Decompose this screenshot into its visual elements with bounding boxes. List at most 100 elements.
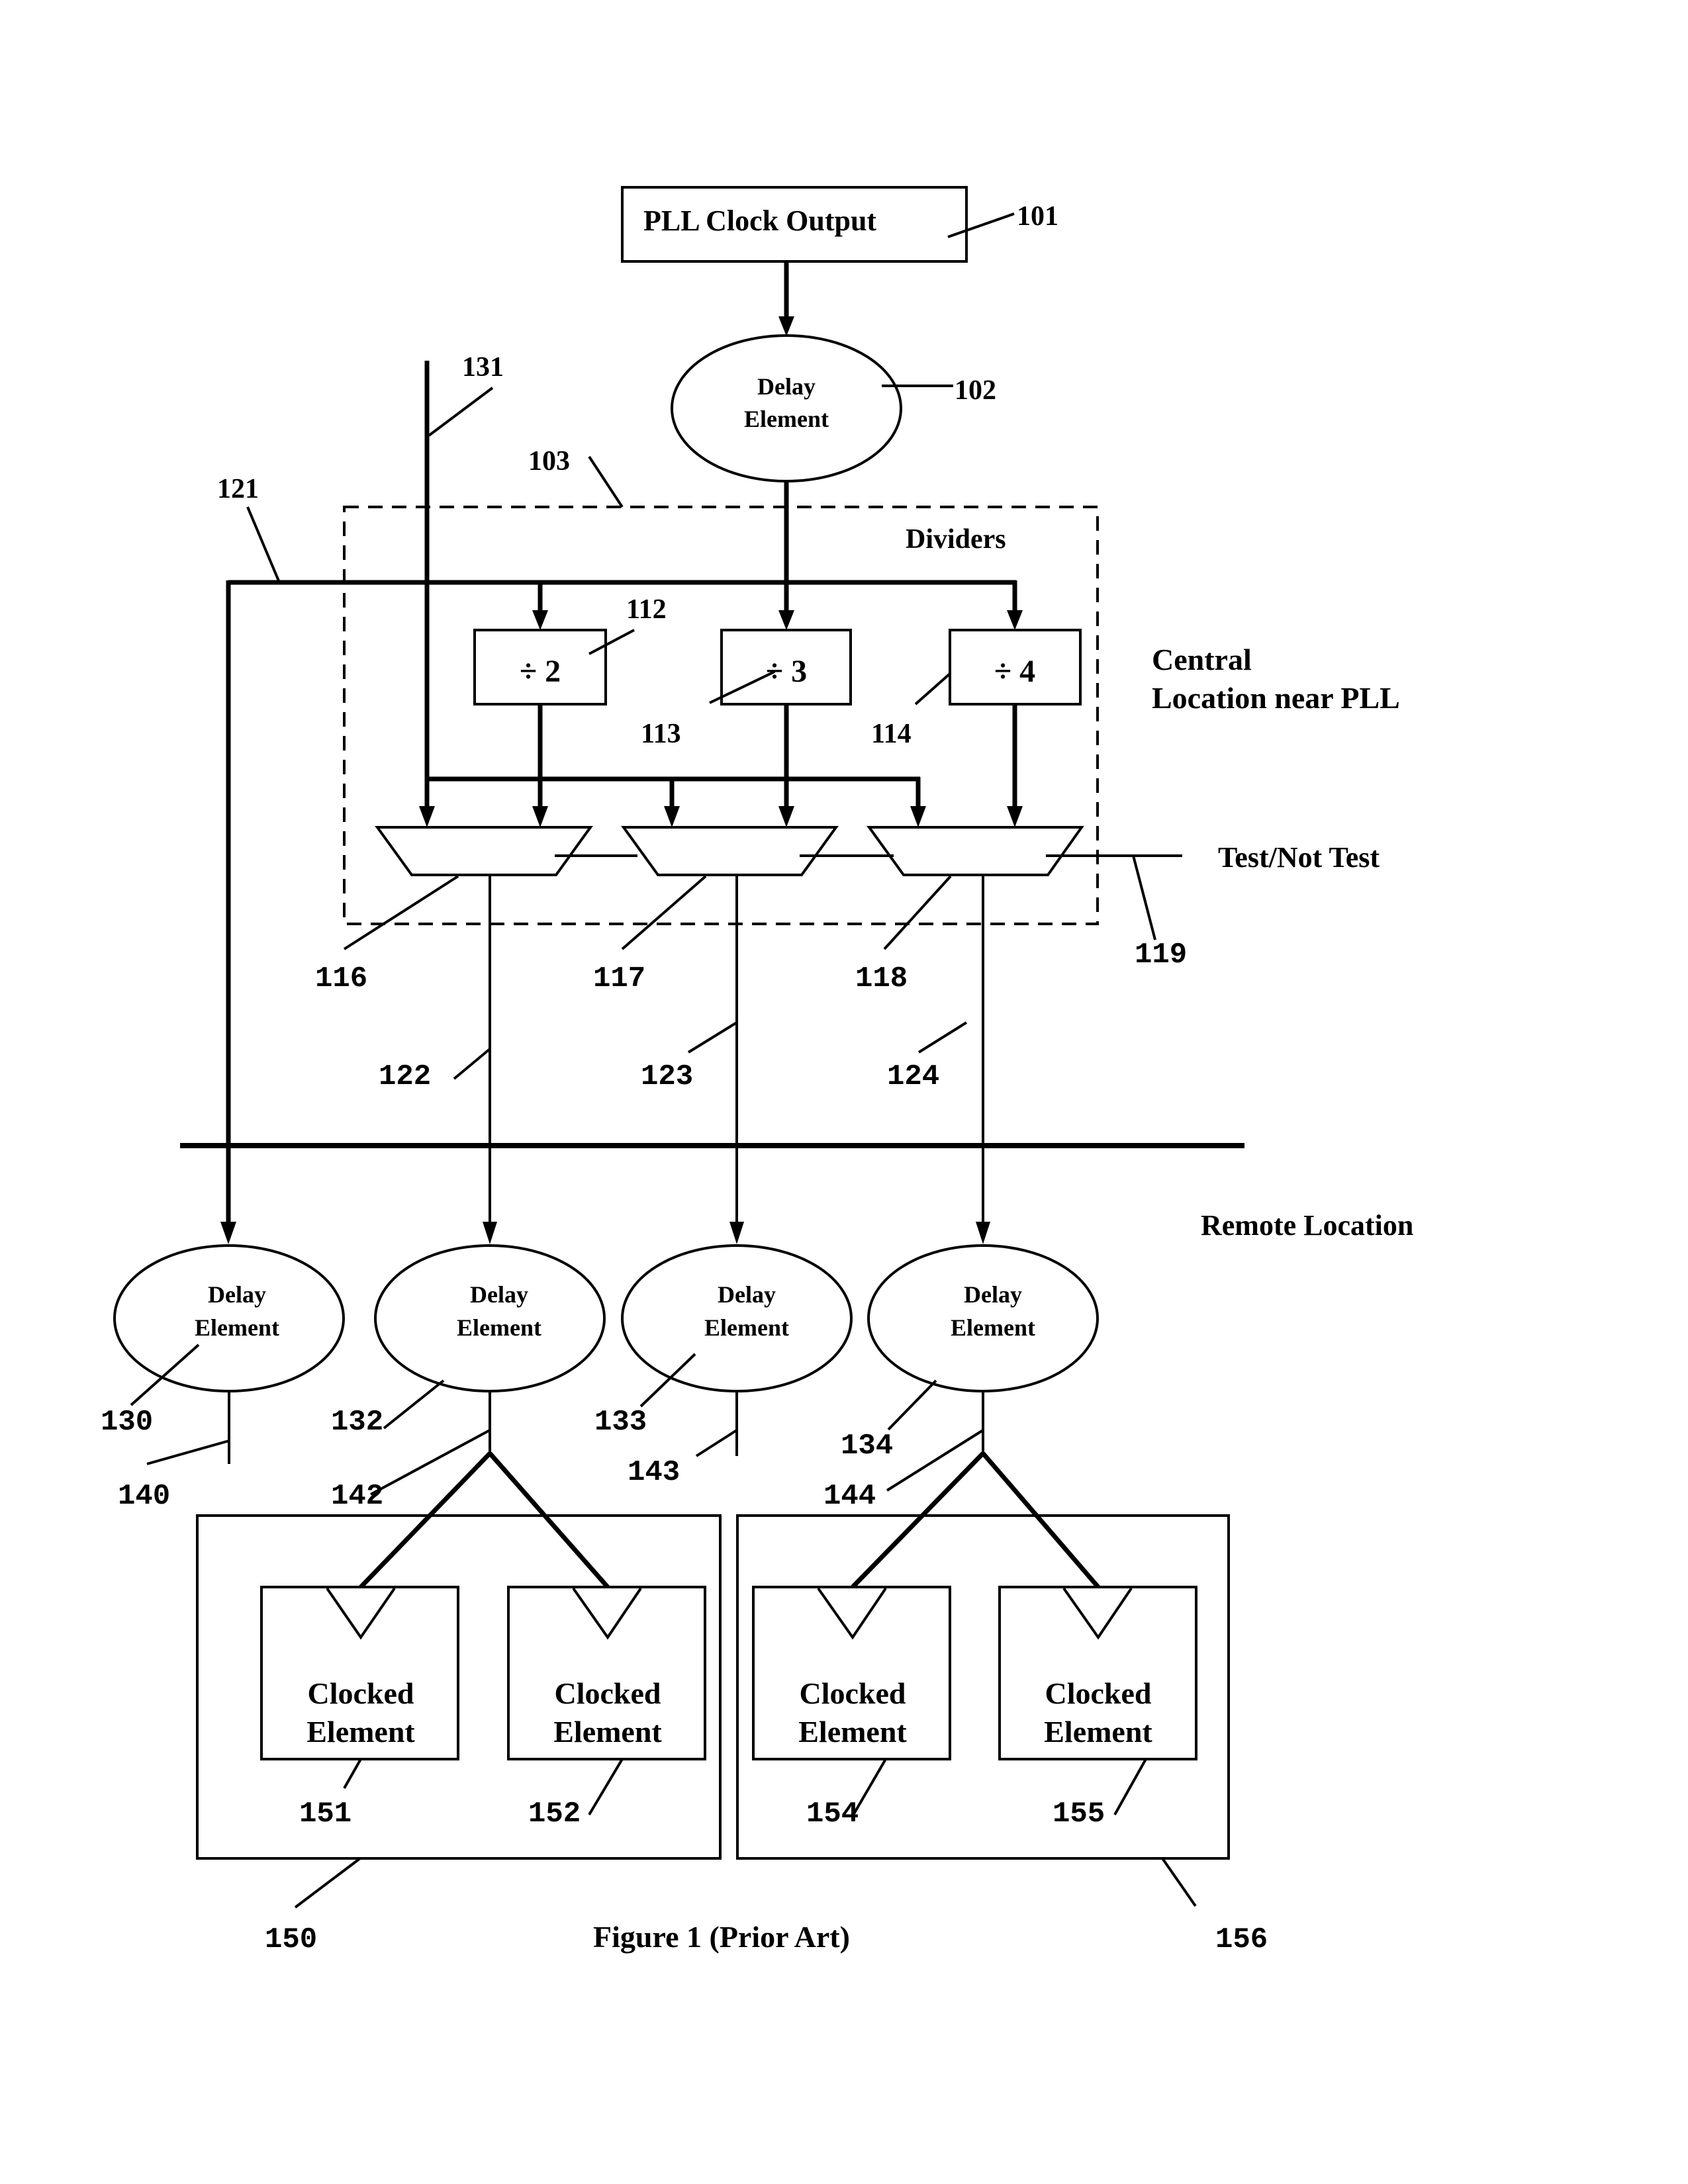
remote-delay-line2: Element [951, 1314, 1035, 1341]
remote-delay-line1: Delay [208, 1281, 266, 1308]
remote-delay-line1: Delay [470, 1281, 528, 1308]
remote-delay-ref: 132 [331, 1406, 383, 1439]
test-select-ref: 119 [1135, 938, 1187, 972]
remote-wire-ref-leader [370, 1429, 491, 1496]
mux-ref: 117 [593, 962, 645, 995]
remote-delay-ref-leader [887, 1379, 937, 1431]
central-region-line1: Central [1152, 643, 1252, 676]
clocked-element-line2: Element [306, 1715, 415, 1749]
mux-output-ref: 123 [641, 1060, 693, 1093]
clocked-element-154: Clocked Element 154 [752, 1586, 951, 1831]
clocked-element-152: Clocked Element 152 [507, 1586, 706, 1831]
clocked-element-ref: 155 [1053, 1797, 1105, 1831]
arrow-down-icon [976, 1222, 990, 1244]
clocked-element-line1: Clocked [308, 1676, 414, 1710]
remote-wire-ref: 140 [118, 1480, 170, 1513]
arrow-down-icon [220, 1222, 236, 1244]
mux-117: 117 [593, 826, 839, 995]
arrow-down-icon [532, 806, 548, 827]
clocked-element-ref: 152 [528, 1797, 581, 1831]
clocked-element-line1: Clocked [555, 1676, 661, 1710]
mux-ref-leader [343, 875, 459, 950]
mux-trapezoid [867, 826, 1084, 876]
remote-delay-ref: 134 [841, 1430, 893, 1463]
dividers-ref-leader [588, 455, 624, 508]
divider-ref: 114 [871, 719, 912, 749]
clock-domain-ref: 150 [265, 1923, 317, 1956]
remote-wire-ref-leader [886, 1429, 984, 1492]
mux-trapezoid [375, 826, 593, 876]
arrow-down-icon [664, 806, 680, 827]
clock-domain-ref: 156 [1215, 1923, 1268, 1956]
mux-118: 118 [855, 826, 1084, 995]
pll-ref: 101 [1017, 201, 1058, 232]
remote-delay-130: Delay Element 130 140 [101, 1244, 345, 1513]
clock-domain-ref-leader [294, 1857, 361, 1909]
clock-domain-150: 150 Clocked Element 151 Clocked Element … [196, 1451, 722, 1956]
remote-region-label: Remote Location [1201, 1209, 1413, 1242]
mux-ref: 118 [855, 962, 908, 995]
clocked-element-155: Clocked Element 155 [998, 1586, 1197, 1831]
mux-output-122: 122 [379, 875, 497, 1244]
clocked-element-ref-leader [588, 1758, 624, 1816]
figure-caption: Figure 1 (Prior Art) [593, 1920, 850, 1954]
clocked-element-line2: Element [798, 1715, 907, 1749]
clock-fanout-wire [981, 1451, 1100, 1589]
clocked-element-line1: Clocked [1045, 1676, 1152, 1710]
arrow-down-icon [778, 316, 794, 336]
mux-output-123: 123 [641, 875, 744, 1244]
remote-delay-line2: Element [195, 1314, 279, 1341]
test-select-label: Test/Not Test [1218, 841, 1380, 874]
remote-wire-ref: 142 [331, 1480, 383, 1513]
pll-label: PLL Clock Output [643, 205, 876, 237]
mux-ref: 116 [315, 962, 367, 995]
arrow-down-icon [532, 610, 548, 630]
central-region-line2: Location near PLL [1152, 681, 1400, 715]
clock-domain-ref-leader [1161, 1857, 1197, 1907]
clocked-element-line1: Clocked [800, 1676, 906, 1710]
mux-ref-leader [621, 875, 707, 950]
remote-delay-ref: 133 [594, 1406, 647, 1439]
test-clock-ref: 131 [462, 352, 504, 383]
dividers-title: Dividers [906, 524, 1006, 555]
remote-delay-134: Delay Element 134 144 [823, 1244, 1099, 1513]
clocked-element-ref-leader [343, 1758, 362, 1789]
remote-delay-line1: Delay [964, 1281, 1022, 1308]
bypass-ref: 121 [217, 474, 259, 504]
divider-label: ÷ 2 [520, 654, 561, 689]
arrow-down-icon [778, 610, 794, 630]
central-region-label: Central Location near PLL [1152, 643, 1400, 715]
mux-output-ref-leader [453, 1048, 491, 1080]
clock-domain-156: 156 Clocked Element 154 Clocked Element … [736, 1451, 1268, 1956]
clocked-element-ref-leader [1113, 1758, 1147, 1815]
test-clock-ref-leader [428, 387, 494, 437]
remote-delay-133: Delay Element 133 143 [594, 1244, 853, 1489]
mux-output-ref-leader [687, 1021, 738, 1054]
arrow-down-icon [778, 806, 794, 827]
remote-delay-ref-leader [383, 1379, 445, 1430]
arrow-down-icon [419, 806, 435, 827]
divider-by-2: ÷ 2 112 [473, 594, 667, 705]
central-delay-line1: Delay [757, 373, 816, 400]
remote-delay-ref: 130 [101, 1406, 153, 1439]
arrow-down-icon [729, 1222, 744, 1244]
arrow-down-icon [483, 1222, 497, 1244]
mux-116: 116 [315, 826, 593, 995]
mux-output-ref: 124 [887, 1060, 939, 1093]
remote-delay-line2: Element [457, 1314, 541, 1341]
remote-wire-ref-leader [146, 1439, 230, 1465]
mux-ref-leader [883, 875, 952, 950]
clock-fanout-wire [359, 1451, 492, 1589]
clocked-element-line2: Element [1044, 1715, 1152, 1749]
arrow-down-icon [1007, 806, 1023, 827]
remote-wire-ref-leader [695, 1429, 738, 1457]
divider-label: ÷ 4 [994, 654, 1035, 689]
divider-ref: 113 [641, 719, 681, 749]
clocked-element-ref: 151 [299, 1797, 352, 1831]
divider-label: ÷ 3 [766, 654, 807, 689]
remote-wire-ref: 144 [823, 1480, 876, 1513]
bypass-ref-leader [246, 506, 281, 583]
divider-by-4: ÷ 4 114 [871, 629, 1082, 749]
clocked-element-ref: 154 [806, 1797, 859, 1831]
divider-ref: 112 [626, 594, 667, 625]
